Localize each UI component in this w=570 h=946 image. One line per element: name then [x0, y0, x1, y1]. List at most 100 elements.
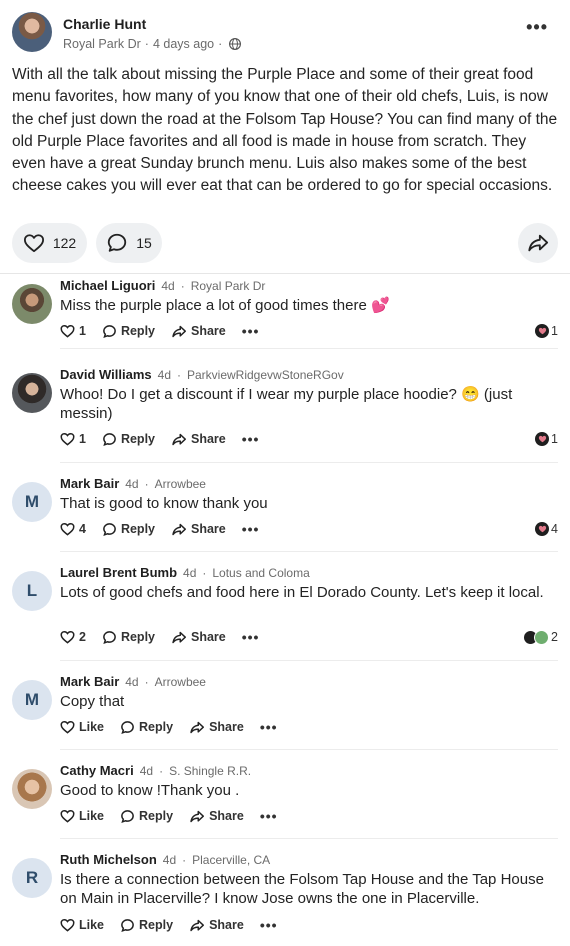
commenter-name[interactable]: David Williams [60, 367, 152, 382]
reply-button[interactable]: Reply [102, 630, 155, 645]
reply-button[interactable]: Reply [102, 432, 155, 447]
comment-age: 4d [183, 566, 197, 580]
share-button[interactable]: Share [189, 918, 244, 933]
commenter-name[interactable]: Ruth Michelson [60, 852, 157, 867]
avatar[interactable]: L [12, 571, 52, 611]
commenter-place[interactable]: Arrowbee [155, 477, 206, 491]
more-horizontal-icon[interactable]: ••• [242, 630, 260, 644]
speech-bubble-icon [103, 432, 116, 446]
like-button[interactable]: 2 [60, 630, 86, 644]
like-label: Like [79, 918, 105, 932]
comment-button[interactable]: 15 [96, 223, 162, 263]
reaction-summary[interactable]: 1 [535, 430, 558, 448]
divider [60, 462, 558, 463]
avatar[interactable] [12, 373, 52, 413]
commenter-place[interactable]: S. Shingle R.R. [169, 764, 251, 778]
comment-age: 4d [161, 279, 175, 293]
heart-icon [60, 432, 75, 446]
like-button[interactable]: 122 [12, 223, 87, 263]
reply-button[interactable]: Reply [120, 918, 173, 933]
comment-text: Good to know !Thank you . [60, 782, 240, 799]
reply-label: Reply [120, 630, 155, 644]
heart-reaction-icon [535, 432, 550, 446]
like-button[interactable]: Like [60, 809, 104, 823]
post-header: Charlie Hunt Royal Park Dr · 4 days ago … [12, 12, 558, 56]
reply-label: Reply [120, 432, 155, 446]
reply-label: Reply [120, 522, 155, 536]
share-button[interactable]: Share [171, 432, 226, 447]
heart-icon [60, 522, 75, 536]
share-button[interactable]: Share [171, 630, 226, 645]
meta-separator: · [144, 477, 149, 491]
reply-button[interactable]: Reply [102, 522, 155, 537]
more-horizontal-icon[interactable]: ••• [242, 522, 260, 536]
comment-age: 4d [125, 675, 139, 689]
comment-item: M Mark Bair 4d · Arrowbee That is good t… [12, 476, 558, 552]
commenter-place[interactable]: ParkviewRidgevwStoneRGov [187, 368, 344, 382]
more-horizontal-icon[interactable]: ••• [526, 18, 548, 36]
share-button[interactable]: Share [189, 809, 244, 824]
share-arrow-icon [172, 325, 186, 337]
speech-bubble-icon [121, 720, 134, 734]
reply-button[interactable]: Reply [120, 809, 173, 824]
share-button[interactable]: Share [189, 720, 244, 735]
avatar[interactable]: R [12, 858, 52, 898]
commenter-name[interactable]: Laurel Brent Bumb [60, 565, 177, 580]
reply-button[interactable]: Reply [102, 324, 155, 339]
commenter-name[interactable]: Mark Bair [60, 476, 119, 491]
share-arrow-icon [190, 721, 205, 733]
commenter-place[interactable]: Arrowbee [155, 675, 206, 689]
comment-text: Copy that [60, 693, 125, 710]
comment-header: Cathy Macri 4d · S. Shingle R.R. [60, 763, 251, 778]
commenter-name[interactable]: Cathy Macri [60, 763, 134, 778]
comment-text: Lots of good chefs and food here in El D… [60, 584, 544, 601]
share-button[interactable] [518, 223, 558, 263]
author-name[interactable]: Charlie Hunt [63, 16, 146, 32]
comment-header: Michael Liguori 4d · Royal Park Dr [60, 278, 265, 293]
avatar[interactable]: M [12, 680, 52, 720]
post-neighborhood[interactable]: Royal Park Dr [63, 37, 141, 51]
reaction-summary[interactable]: 2 [523, 628, 558, 646]
reaction-summary[interactable]: 4 [535, 520, 558, 538]
speech-bubble-icon [121, 809, 134, 823]
share-arrow-icon [190, 810, 205, 822]
commenter-place[interactable]: Royal Park Dr [191, 279, 266, 293]
more-horizontal-icon[interactable]: ••• [260, 809, 278, 823]
speech-bubble-icon [103, 324, 116, 338]
share-button[interactable]: Share [171, 522, 226, 537]
share-label: Share [191, 522, 226, 536]
share-arrow-icon [172, 433, 186, 445]
commenter-name[interactable]: Mark Bair [60, 674, 119, 689]
like-button[interactable]: Like [60, 918, 104, 932]
share-button[interactable]: Share [171, 324, 226, 339]
like-count: 1 [79, 432, 86, 446]
share-arrow-icon [172, 631, 186, 643]
commenter-place[interactable]: Placerville, CA [192, 853, 270, 867]
more-horizontal-icon[interactable]: ••• [242, 432, 260, 446]
commenter-name[interactable]: Michael Liguori [60, 278, 155, 293]
share-label: Share [209, 809, 244, 823]
globe-icon [229, 38, 242, 50]
meta-separator: · [159, 764, 164, 778]
author-avatar[interactable] [12, 12, 52, 52]
like-label: Like [79, 809, 105, 823]
like-button[interactable]: 1 [60, 324, 86, 338]
heart-reaction-icon [535, 522, 550, 536]
like-count: 122 [52, 235, 77, 251]
avatar[interactable] [12, 284, 52, 324]
like-button[interactable]: Like [60, 720, 104, 734]
commenter-place[interactable]: Lotus and Coloma [212, 566, 309, 580]
more-horizontal-icon[interactable]: ••• [260, 720, 278, 734]
divider [0, 273, 570, 274]
more-horizontal-icon[interactable]: ••• [260, 918, 278, 932]
reaction-summary[interactable]: 1 [535, 322, 558, 340]
meta-separator: · [182, 853, 187, 867]
more-horizontal-icon[interactable]: ••• [242, 324, 260, 338]
like-button[interactable]: 1 [60, 432, 86, 446]
like-count: 1 [79, 324, 86, 338]
like-button[interactable]: 4 [60, 522, 86, 536]
avatar[interactable] [12, 769, 52, 809]
divider [60, 838, 558, 839]
reply-button[interactable]: Reply [120, 720, 173, 735]
avatar[interactable]: M [12, 482, 52, 522]
